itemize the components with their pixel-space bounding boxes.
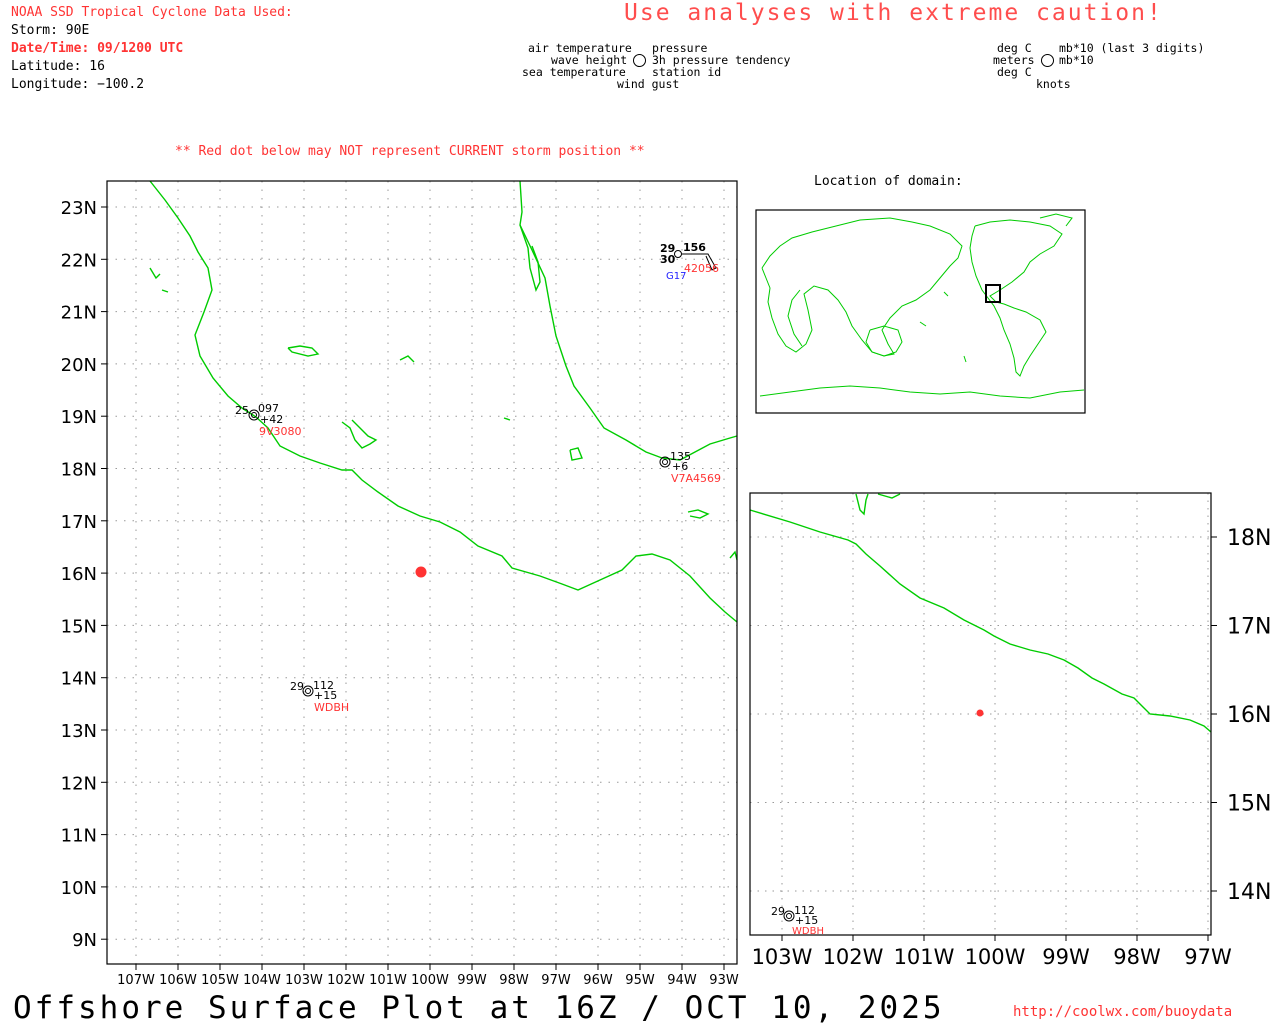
- lat-tick-label: 11N: [61, 826, 97, 847]
- lat-tick-label: 12N: [61, 773, 97, 794]
- station-inner-circle-icon: [662, 459, 668, 465]
- lon-tick-label: 97W: [1184, 945, 1232, 969]
- lon-tick-label: 105W: [201, 973, 239, 988]
- lon-tick-label: 94W: [667, 973, 697, 988]
- lat-tick-label: 19N: [61, 407, 97, 428]
- lat-tick-label: 13N: [61, 721, 97, 742]
- lon-tick-label: 107W: [117, 973, 155, 988]
- zoom-storm-position-dot: [976, 709, 984, 717]
- station-inner-circle-icon: [305, 688, 311, 694]
- lon-tick-label: 99W: [457, 973, 487, 988]
- lon-tick-label: 100W: [411, 973, 449, 988]
- zoom-lon-labels: 103W 102W 101W 100W 99W 98W 97W: [752, 945, 1232, 969]
- station-inner-circle-icon: [786, 913, 792, 919]
- lat-tick-label: 22N: [61, 250, 97, 271]
- station-v7a4569[interactable]: 135 +6 V7A4569: [659, 450, 721, 485]
- lon-tick-label: 93W: [709, 973, 739, 988]
- zoom-station-wdbh[interactable]: 29 112 +15 WDBH: [771, 904, 824, 937]
- station-air-temp: 29: [771, 905, 785, 918]
- storm-position-dot: [415, 566, 427, 578]
- lon-tick-label: 101W: [894, 945, 955, 969]
- zoom-map-grid: [750, 493, 1217, 941]
- lon-tick-label: 95W: [625, 973, 655, 988]
- lon-tick-label: 102W: [823, 945, 884, 969]
- station-9v3080[interactable]: 25 097 +42 9V3080: [235, 402, 302, 438]
- station-gust: G17: [666, 271, 686, 282]
- lon-tick-label: 98W: [1113, 945, 1161, 969]
- lat-tick-label: 17N: [1227, 615, 1271, 640]
- lon-tick-label: 98W: [499, 973, 529, 988]
- station-circle-icon: [783, 910, 795, 922]
- station-id: WDBH: [792, 926, 824, 937]
- source-url-link[interactable]: http://coolwx.com/buoydata: [1013, 1004, 1232, 1020]
- station-id: 9V3080: [259, 425, 302, 438]
- lat-tick-label: 14N: [1227, 880, 1271, 905]
- lon-tick-label: 103W: [752, 945, 813, 969]
- lat-tick-label: 18N: [1227, 526, 1271, 551]
- lon-tick-label: 99W: [1042, 945, 1090, 969]
- station-42056[interactable]: 29 30 156 42056 G17: [660, 241, 719, 282]
- zoom-map: 18N 17N 16N 15N 14N 103W 102W 101W 100W 99W 98W 97…: [749, 492, 1271, 969]
- lat-tick-label: 10N: [61, 878, 97, 899]
- lat-tick-label: 14N: [61, 669, 97, 690]
- plot-title: Offshore Surface Plot at 16Z / OCT 10, 2…: [13, 990, 945, 1026]
- lon-tick-label: 101W: [369, 973, 407, 988]
- station-id: V7A4569: [671, 472, 721, 485]
- main-map-coastline: [149, 180, 738, 623]
- zoom-map-coastline: [749, 493, 1212, 733]
- station-wdbh[interactable]: 29 112 +15 WDBH: [290, 679, 349, 714]
- main-lat-labels: 23N 22N 21N 20N 19N 18N 17N 16N 15N 14N 13N 12N 11N 1…: [61, 198, 97, 951]
- location-map-frame: [755, 209, 1086, 414]
- lat-tick-label: 16N: [1227, 703, 1271, 728]
- lon-tick-label: 97W: [541, 973, 571, 988]
- lon-tick-label: 106W: [159, 973, 197, 988]
- station-id: 42056: [684, 262, 719, 275]
- location-map: [755, 209, 1086, 414]
- station-air-temp: 29: [290, 680, 304, 693]
- station-pressure: 156: [683, 241, 706, 254]
- lon-tick-label: 100W: [965, 945, 1026, 969]
- station-circle-icon: [674, 250, 682, 258]
- lat-tick-label: 15N: [1227, 792, 1271, 817]
- lat-tick-label: 17N: [61, 512, 97, 533]
- lat-tick-label: 18N: [61, 460, 97, 481]
- station-id: WDBH: [314, 701, 349, 714]
- lat-tick-label: 9N: [72, 930, 97, 951]
- lat-tick-label: 15N: [61, 616, 97, 637]
- station-air-temp: 25: [235, 404, 249, 417]
- station-sea-temp: 30: [660, 253, 676, 266]
- main-lon-labels: 107W 106W 105W 104W 103W 102W 101W 100W 99W 98W 97…: [117, 973, 739, 988]
- lon-tick-label: 102W: [327, 973, 365, 988]
- zoom-lat-labels: 18N 17N 16N 15N 14N: [1227, 526, 1271, 905]
- lon-tick-label: 96W: [583, 973, 613, 988]
- lat-tick-label: 21N: [61, 303, 97, 324]
- lat-tick-label: 16N: [61, 564, 97, 585]
- lat-tick-label: 23N: [61, 198, 97, 219]
- lon-tick-label: 104W: [243, 973, 281, 988]
- lon-tick-label: 103W: [285, 973, 323, 988]
- main-map: 23N 22N 21N 20N 19N 18N 17N 16N 15N 14N 13N 12N 11N 1…: [61, 180, 1271, 988]
- lat-tick-label: 20N: [61, 355, 97, 376]
